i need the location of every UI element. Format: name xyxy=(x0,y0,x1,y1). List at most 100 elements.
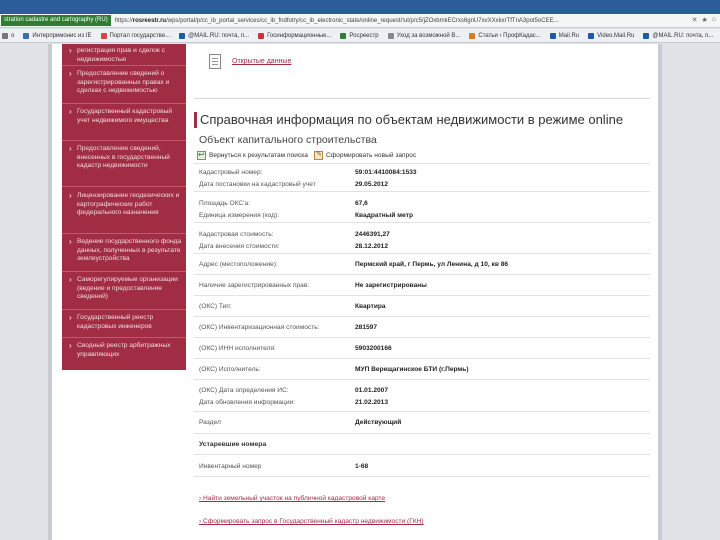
sidebar-item-cadastre-info[interactable]: Предоставление сведений, внесенных в гос… xyxy=(62,145,186,171)
sidebar-item-label: Предоставление сведений о зарегистрирова… xyxy=(77,70,170,95)
divider xyxy=(62,186,186,187)
field-label: Дата обновления информации: xyxy=(199,399,296,406)
divider xyxy=(62,309,186,310)
new-request-label: Сформировать новый запрос xyxy=(325,152,417,159)
bookmarks-bar: o Интерпримонис из IE Портал государстве..… xyxy=(0,29,720,43)
bookmark-favicon-icon xyxy=(469,32,476,39)
bookmark-favicon-icon xyxy=(23,32,30,39)
sidebar-item-sro[interactable]: Саморегулируемые организации (ведение и … xyxy=(62,276,186,302)
new-request-button[interactable]: Сформировать новый запрос xyxy=(313,150,417,160)
open-data-block: Открытые данные xyxy=(209,54,291,69)
field-label: Дата постановки на кадастровый учет xyxy=(199,181,316,188)
bookmark-item[interactable]: Портал государстве... xyxy=(100,32,171,39)
bookmark-favicon-icon xyxy=(387,32,394,39)
sidebar-item-cadastral-registration[interactable]: Государственный кадастровый учет недвижи… xyxy=(62,108,186,125)
bookmark-label: Уход за возможной В... xyxy=(396,32,461,39)
url-path: /wps/portal/p/cc_ib_portal_services/cc_i… xyxy=(166,17,559,24)
stop-icon[interactable]: ✕ xyxy=(692,16,698,24)
table-row: Кадастровый номер: 59:01:4410084:1533 Да… xyxy=(194,163,650,191)
field-label: Кадастровая стоимость: xyxy=(199,231,274,238)
field-label: Дата внесения стоимости: xyxy=(199,243,280,250)
table-row: (ОКС) Тип: Квартира xyxy=(194,295,650,316)
field-label: (ОКС) ИНН исполнителя: xyxy=(199,345,276,352)
field-label: (ОКС) Тип: xyxy=(199,303,232,310)
bookmark-item[interactable]: Video.Mail.Ru xyxy=(588,32,635,39)
divider xyxy=(62,65,186,66)
field-label: Адрес (местоположение): xyxy=(199,261,278,268)
sidebar-item-label: Сводный реестр арбитражных управляющих xyxy=(77,342,171,358)
bookmark-item[interactable]: Росреестр xyxy=(340,32,379,39)
sidebar-item-label: Государственный реестр кадастровых инжен… xyxy=(77,314,154,330)
site-identity-badge[interactable]: stration cadastre and cartography (RU) xyxy=(1,15,111,26)
bookmark-favicon-icon xyxy=(179,32,186,39)
back-arrow-icon xyxy=(197,150,206,160)
bookmark-label: Mail.Ru xyxy=(558,32,580,39)
sidebar-item-label: регистрация прав и сделок с недвижимость… xyxy=(77,47,165,63)
sidebar-menu: регистрация прав и сделок с недвижимость… xyxy=(62,44,186,370)
table-row: Площадь ОКС'а: 67,6 Единица измерения (к… xyxy=(194,191,650,222)
bookmark-favicon-icon xyxy=(2,32,8,39)
back-to-results-button[interactable]: Вернуться к результатам поиска xyxy=(197,150,308,160)
bookmark-item[interactable]: Mail.Ru xyxy=(549,32,580,39)
find-land-plot-link[interactable]: › Найти земельный участок на публичной к… xyxy=(199,495,385,502)
bookmark-label: Росреестр xyxy=(349,32,379,39)
document-icon xyxy=(209,54,221,69)
field-label: (ОКС) Инвентаризационная стоимость: xyxy=(199,324,320,331)
table-row: Раздел Действующий xyxy=(194,411,650,433)
bookmark-label: o xyxy=(11,32,15,39)
sidebar-item-licensing[interactable]: Лицензирование геодезических и картограф… xyxy=(62,192,186,218)
bookmark-favicon-icon xyxy=(340,32,347,39)
sidebar-item-arbitration-registry[interactable]: Сводный реестр арбитражных управляющих xyxy=(62,342,186,359)
divider xyxy=(62,140,186,141)
table-row: Наличие зарегистрированных прав: Не заре… xyxy=(194,274,650,295)
field-value: Действующий xyxy=(355,419,402,426)
bookmark-label: Video.Mail.Ru xyxy=(597,32,635,39)
bookmark-label: @MAIL.RU: почта, п... xyxy=(188,32,250,39)
sidebar-item-engineers-registry[interactable]: Государственный реестр кадастровых инжен… xyxy=(62,314,186,331)
page-title: Справочная информация по объектам недвиж… xyxy=(200,112,624,127)
field-value: Пермский край, г Пермь, ул Ленина, д 10,… xyxy=(355,261,509,268)
field-label: Площадь ОКС'а: xyxy=(199,200,250,207)
bookmark-label: Интерпримонис из IE xyxy=(32,32,92,39)
favorite-star-icon[interactable]: ★ xyxy=(701,16,707,24)
bookmark-label: Портал государстве... xyxy=(109,32,171,39)
url-text[interactable]: https://rosreestr.ru/wps/portal/p/cc_ib_… xyxy=(114,14,559,27)
bookmark-favicon-icon xyxy=(100,32,107,39)
address-bar[interactable]: stration cadastre and cartography (RU) h… xyxy=(0,14,720,28)
divider xyxy=(194,98,650,99)
bookmark-item[interactable]: o xyxy=(2,32,15,39)
sidebar-item-rights-registration[interactable]: регистрация прав и сделок с недвижимость… xyxy=(62,47,186,64)
request-gkn-link[interactable]: › Сформировать запрос в Государственный … xyxy=(199,518,424,525)
page-shadow-right xyxy=(658,44,662,540)
bookmark-item[interactable]: Госинформационные... xyxy=(258,32,331,39)
actions-toolbar: Вернуться к результатам поиска Сформиров… xyxy=(197,150,422,160)
field-value: 67,6 xyxy=(355,200,368,207)
bookmark-item[interactable]: @MAIL.RU: почта, п... xyxy=(643,32,714,39)
url-domain: rosreestr.ru xyxy=(132,17,167,24)
field-label: Кадастровый номер: xyxy=(199,169,263,176)
divider xyxy=(62,271,186,272)
bookmark-item[interactable]: Статьи › ПрофКадас... xyxy=(469,32,541,39)
sidebar-item-label: Лицензирование геодезических и картограф… xyxy=(77,192,180,217)
sidebar-item-label: Саморегулируемые организации (ведение и … xyxy=(77,276,178,301)
bookmark-item[interactable]: @MAIL.RU: почта, п... xyxy=(179,32,250,39)
field-value: 5903200166 xyxy=(355,345,392,352)
open-data-link[interactable]: Открытые данные xyxy=(232,58,291,65)
sidebar-item-rights-info[interactable]: Предоставление сведений о зарегистрирова… xyxy=(62,70,186,96)
field-value: 281597 xyxy=(355,324,378,331)
divider xyxy=(62,233,186,234)
bookmark-label: Статьи › ПрофКадас... xyxy=(478,32,541,39)
field-label: (ОКС) Исполнитель: xyxy=(199,366,261,373)
sidebar-item-label: Государственный кадастровый учет недвижи… xyxy=(77,108,173,124)
home-icon[interactable]: ⌂ xyxy=(712,16,716,24)
back-to-results-label: Вернуться к результатам поиска xyxy=(209,152,308,159)
field-value: 21.02.2013 xyxy=(355,399,389,406)
field-value: 28.12.2012 xyxy=(355,243,389,250)
bookmark-label: @MAIL.RU: почта, п... xyxy=(652,32,714,39)
bookmark-item[interactable]: Уход за возможной В... xyxy=(387,32,461,39)
sidebar-item-land-fund[interactable]: Ведение государственного фонда данных, п… xyxy=(62,238,186,264)
url-prefix: https:// xyxy=(114,17,133,24)
field-value: Не зарегистрированы xyxy=(355,282,427,289)
section-title: Устаревшие номера xyxy=(199,441,267,448)
bookmark-item[interactable]: Интерпримонис из IE xyxy=(23,32,92,39)
